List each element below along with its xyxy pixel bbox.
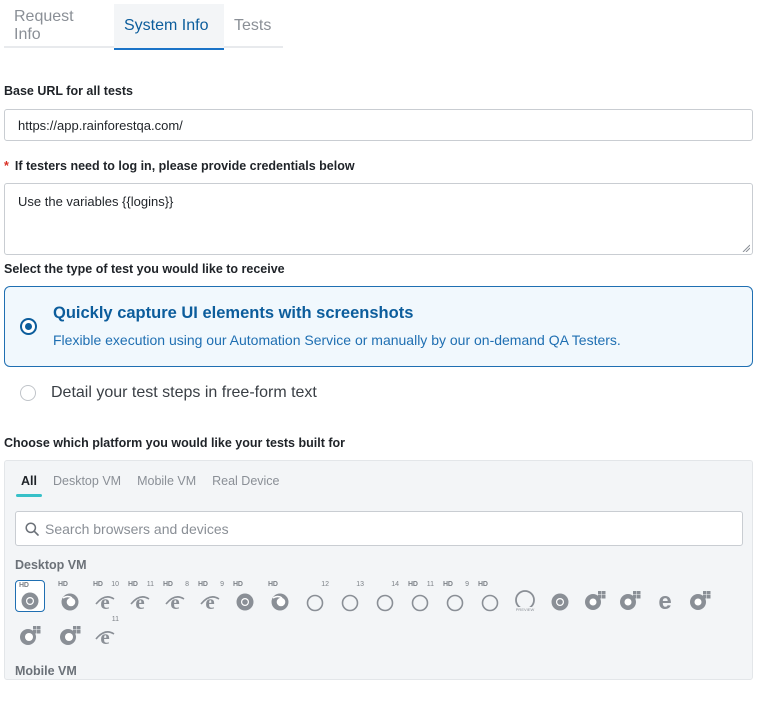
version-badge: 11 <box>146 581 154 588</box>
credentials-label: * If testers need to log in, please provi… <box>4 159 355 173</box>
hd-badge: HD <box>408 581 418 588</box>
version-badge: 10 <box>111 581 119 588</box>
ie-icon[interactable]: e HD 8 <box>160 580 190 612</box>
option-screenshots-description: Flexible execution using our Automation … <box>53 332 621 348</box>
option-screenshots-title: Quickly capture UI elements with screens… <box>53 304 414 322</box>
tab-system-info[interactable]: System Info <box>114 4 224 50</box>
ie-icon[interactable]: e HD 9 <box>195 580 225 612</box>
chrome-windows-icon[interactable] <box>615 580 645 612</box>
option-free-form-title[interactable]: Detail your test steps in free-form text <box>51 384 317 402</box>
ie-icon[interactable]: e 11 <box>90 615 120 647</box>
hd-badge: HD <box>128 581 138 588</box>
svg-text:PREVIEW: PREVIEW <box>516 607 535 612</box>
safari-icon[interactable]: HD 9 <box>440 580 470 612</box>
radio-selected-icon[interactable] <box>20 318 37 335</box>
hd-badge: HD <box>163 581 173 588</box>
version-badge: 13 <box>356 581 364 588</box>
platform-search-input[interactable]: Search browsers and devices <box>15 511 743 546</box>
version-badge: 11 <box>426 581 434 588</box>
platform-panel: All Desktop VM Mobile VM Real Device Sea… <box>4 460 753 680</box>
platform-tab-all[interactable]: All <box>15 471 43 497</box>
firefox-icon[interactable]: HD <box>55 580 85 612</box>
chrome-windows-icon[interactable] <box>580 580 610 612</box>
hd-badge: HD <box>93 581 103 588</box>
credentials-value: Use the variables {{logins}} <box>18 194 174 209</box>
ie-icon[interactable]: e HD 11 <box>125 580 155 612</box>
ie-icon[interactable]: e HD 10 <box>90 580 120 612</box>
version-badge: 11 <box>111 616 119 623</box>
hd-badge: HD <box>233 581 243 588</box>
platform-tab-mobile-vm[interactable]: Mobile VM <box>131 471 202 497</box>
required-marker: * <box>4 159 9 173</box>
tab-tests[interactable]: Tests <box>224 4 281 48</box>
svg-text:e: e <box>658 590 671 612</box>
svg-text:e: e <box>100 627 109 647</box>
credentials-label-text: If testers need to log in, please provid… <box>14 159 355 173</box>
search-icon <box>25 521 39 536</box>
test-type-label: Select the type of test you would like t… <box>4 262 285 276</box>
safari-icon[interactable]: 12 <box>300 580 330 612</box>
safari-icon[interactable]: 14 <box>370 580 400 612</box>
base-url-label: Base URL for all tests <box>4 84 133 98</box>
base-url-value: https://app.rainforestqa.com/ <box>18 117 183 133</box>
search-placeholder: Search browsers and devices <box>45 520 229 537</box>
firefox-windows-icon[interactable] <box>55 615 85 647</box>
credentials-textarea[interactable]: Use the variables {{logins}} <box>4 183 753 255</box>
version-badge: 9 <box>465 581 469 588</box>
chrome-icon[interactable]: HD <box>230 580 260 612</box>
version-badge: 8 <box>185 581 189 588</box>
svg-text:e: e <box>205 592 214 612</box>
hd-badge: HD <box>198 581 208 588</box>
svg-text:e: e <box>135 592 144 612</box>
safari-icon[interactable]: HD 11 <box>405 580 435 612</box>
resize-handle-icon[interactable] <box>742 244 750 252</box>
base-url-input[interactable]: https://app.rainforestqa.com/ <box>4 109 753 141</box>
radio-unselected-icon[interactable] <box>20 385 36 401</box>
tab-request-info[interactable]: Request Info <box>4 4 114 48</box>
chrome-windows-icon[interactable] <box>685 580 715 612</box>
option-screenshots[interactable]: Quickly capture UI elements with screens… <box>4 286 753 367</box>
firefox-windows-icon[interactable] <box>15 615 45 647</box>
section-desktop-vm: Desktop VM <box>15 558 87 572</box>
hd-badge: HD <box>478 581 488 588</box>
hd-badge: HD <box>58 581 68 588</box>
svg-text:e: e <box>100 592 109 612</box>
section-mobile-vm: Mobile VM <box>15 664 77 678</box>
svg-text:e: e <box>170 592 179 612</box>
edge-icon[interactable]: e <box>650 580 680 612</box>
safari-preview-icon[interactable]: PREVIEW <box>510 580 540 612</box>
hd-badge: HD <box>443 581 453 588</box>
hd-badge: HD <box>19 582 29 589</box>
version-badge: 9 <box>220 581 224 588</box>
platform-label: Choose which platform you would like you… <box>4 436 345 450</box>
version-badge: 12 <box>321 581 329 588</box>
chrome-icon[interactable]: HD <box>15 580 45 612</box>
hd-badge: HD <box>268 581 278 588</box>
platform-tabs: All Desktop VM Mobile VM Real Device <box>15 471 290 497</box>
firefox-icon[interactable]: HD <box>265 580 295 612</box>
platform-tab-real-device[interactable]: Real Device <box>206 471 285 497</box>
safari-icon[interactable]: HD <box>475 580 505 612</box>
version-badge: 14 <box>391 581 399 588</box>
chrome-icon[interactable] <box>545 580 575 612</box>
platform-tab-desktop-vm[interactable]: Desktop VM <box>47 471 127 497</box>
tab-bar: Request Info System Info Tests <box>4 4 283 50</box>
safari-icon[interactable]: 13 <box>335 580 365 612</box>
